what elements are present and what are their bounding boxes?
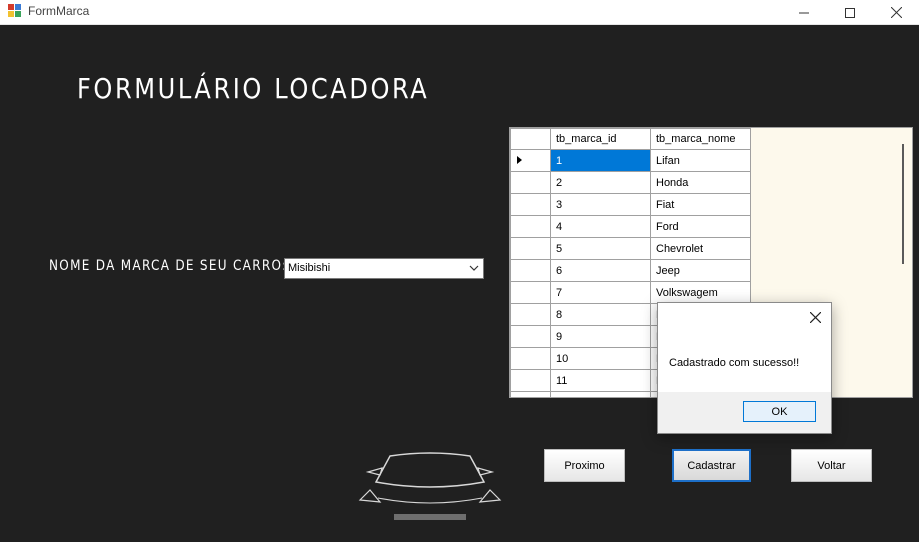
cell-nome[interactable]: Ford: [650, 215, 751, 238]
table-row[interactable]: 3 Fiat: [510, 193, 751, 216]
cadastrar-button[interactable]: Cadastrar: [672, 449, 751, 482]
close-icon: [809, 311, 821, 323]
column-header-id[interactable]: tb_marca_id: [550, 128, 651, 150]
row-header[interactable]: [510, 171, 551, 194]
row-header[interactable]: [510, 259, 551, 282]
table-header-row: tb_marca_id tb_marca_nome: [510, 128, 751, 150]
car-front-icon: [358, 452, 502, 520]
table-row[interactable]: 7 Volkswagem: [510, 281, 751, 304]
dialog-message: Cadastrado com sucesso!!: [669, 357, 800, 369]
table-row[interactable]: 5 Chevrolet: [510, 237, 751, 260]
maximize-button[interactable]: [827, 0, 873, 25]
column-header-nome[interactable]: tb_marca_nome: [650, 128, 751, 150]
maximize-icon: [845, 7, 855, 18]
row-header[interactable]: [510, 193, 551, 216]
cell-id[interactable]: 5: [550, 237, 651, 260]
page-title: FORMULÁRIO LOCADORA: [77, 72, 430, 105]
minimize-button[interactable]: [781, 0, 827, 25]
table-row[interactable]: 1 Lifan: [510, 149, 751, 172]
close-icon: [890, 7, 902, 18]
row-header[interactable]: [510, 149, 551, 172]
cell-nome[interactable]: Jeep: [650, 259, 751, 282]
row-header[interactable]: [510, 215, 551, 238]
row-header[interactable]: [510, 325, 551, 348]
brand-name-combobox[interactable]: Misibishi: [284, 258, 484, 279]
cell-id[interactable]: 11: [550, 369, 651, 392]
proximo-button[interactable]: Proximo: [544, 449, 625, 482]
cell-id[interactable]: 6: [550, 259, 651, 282]
minimize-icon: [799, 12, 809, 13]
table-row[interactable]: 4 Ford: [510, 215, 751, 238]
dialog-footer: OK: [658, 392, 831, 433]
voltar-button[interactable]: Voltar: [791, 449, 872, 482]
ok-button[interactable]: OK: [743, 401, 816, 422]
cell-id[interactable]: 3: [550, 193, 651, 216]
message-dialog: Cadastrado com sucesso!! OK: [657, 302, 832, 434]
table-row[interactable]: 2 Honda: [510, 171, 751, 194]
cell-id[interactable]: 7: [550, 281, 651, 304]
cell-id[interactable]: 9: [550, 325, 651, 348]
row-header-corner[interactable]: [510, 128, 551, 150]
window-titlebar: FormMarca: [0, 0, 919, 25]
row-header[interactable]: [510, 303, 551, 326]
cell-id[interactable]: 1: [550, 149, 651, 172]
cell-id[interactable]: 8: [550, 303, 651, 326]
app-form-icon: [8, 4, 22, 18]
row-header[interactable]: [510, 237, 551, 260]
cell-id[interactable]: 10: [550, 347, 651, 370]
cell-nome[interactable]: Honda: [650, 171, 751, 194]
cell-nome[interactable]: Chevrolet: [650, 237, 751, 260]
row-header[interactable]: [510, 369, 551, 392]
cell-id[interactable]: 2: [550, 171, 651, 194]
vertical-scrollbar[interactable]: [895, 128, 912, 397]
row-header[interactable]: [510, 347, 551, 370]
cell-id[interactable]: 4: [550, 215, 651, 238]
scrollbar-thumb[interactable]: [902, 144, 904, 264]
close-window-button[interactable]: [873, 0, 919, 25]
combobox-value: Misibishi: [288, 262, 331, 274]
cell-nome[interactable]: Lifan: [650, 149, 751, 172]
window-title: FormMarca: [28, 4, 90, 18]
row-header[interactable]: [510, 391, 551, 397]
dialog-close-button[interactable]: [807, 309, 823, 325]
current-row-arrow-icon: [517, 156, 522, 164]
table-row[interactable]: 6 Jeep: [510, 259, 751, 282]
brand-name-label: NOME DA MARCA DE SEU CARRO:: [49, 258, 288, 274]
chevron-down-icon[interactable]: [469, 264, 479, 272]
cell-nome[interactable]: Volkswagem: [650, 281, 751, 304]
row-header[interactable]: [510, 281, 551, 304]
cell-id[interactable]: 12: [550, 391, 651, 397]
cell-nome[interactable]: Fiat: [650, 193, 751, 216]
